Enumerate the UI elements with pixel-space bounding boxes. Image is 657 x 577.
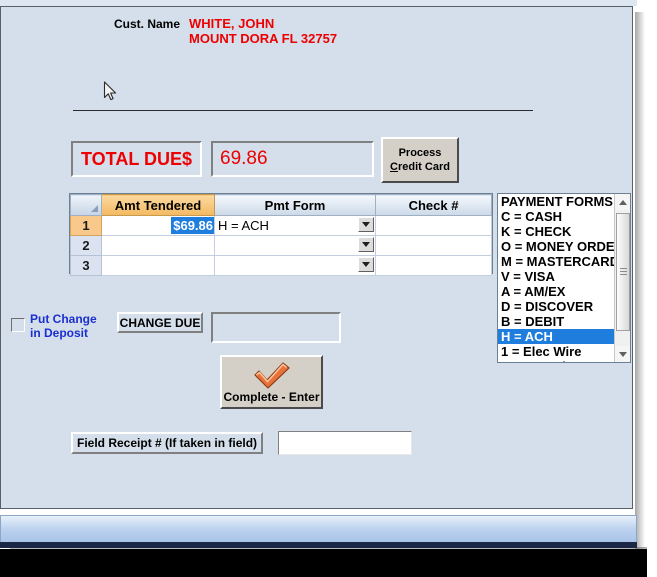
customer-name-label: Cust. Name [114,17,181,31]
list-item[interactable]: B = DEBIT [498,314,615,329]
list-item: PAYMENT FORMS [501,194,613,209]
header-divider [73,110,533,111]
table-row[interactable]: 3 [70,255,492,276]
bottom-black-bar [0,549,647,577]
list-item[interactable]: 1 = Elec Wire [498,344,615,359]
chevron-down-icon[interactable] [358,257,374,272]
scrollbar-grip-icon [620,268,627,276]
grid-cell-pmt-form[interactable]: H = ACH [214,215,376,236]
grid-row-number[interactable]: 1 [70,215,102,236]
payment-grid[interactable]: Amt Tendered Pmt Form Check # 1 $69.86 H… [69,193,493,276]
process-button-line2-rest: redit Card [397,161,450,173]
table-row[interactable]: 1 $69.86 H = ACH [70,215,492,236]
change-due-label: CHANGE DUE [117,312,203,333]
list-item[interactable]: M = MASTERCARD [498,254,615,269]
payment-forms-list[interactable]: PAYMENT FORMS C = CASH K = CHECK O = MON… [498,194,615,362]
grid-header-pmt-form[interactable]: Pmt Form [214,194,376,216]
amt-tendered-selected-text: $69.86 [171,217,214,234]
process-credit-card-button[interactable]: Process Credit Card [381,137,459,183]
grid-row-number[interactable]: 3 [70,255,102,276]
list-item[interactable]: A = AM/EX [498,284,615,299]
grid-header-amt-tendered[interactable]: Amt Tendered [101,194,215,216]
grid-cell-amt-tendered[interactable]: $69.86 [101,215,215,236]
list-item[interactable]: 2 = PayPal [498,359,615,362]
customer-name-value: WHITE, JOHN [189,16,275,31]
pmt-form-value: H = ACH [218,218,269,233]
change-due-field[interactable] [211,312,341,343]
list-item[interactable]: D = DISCOVER [498,299,615,314]
table-row[interactable]: 2 [70,235,492,256]
listbox-scrollbar[interactable] [614,194,630,362]
grid-cell-pmt-form[interactable] [214,235,376,256]
checkmark-icon [253,361,290,389]
payment-forms-listbox[interactable]: PAYMENT FORMS C = CASH K = CHECK O = MON… [497,193,631,363]
complete-button-label: Complete - Enter [223,389,320,404]
process-button-line2: Credit Card [390,160,450,174]
scroll-down-icon[interactable] [615,346,630,362]
grid-header-row: Amt Tendered Pmt Form Check # [70,194,492,216]
process-button-line1: Process [398,147,442,159]
scrollbar-thumb[interactable] [616,213,630,331]
put-change-line2: in Deposit [30,326,89,340]
field-receipt-label: Field Receipt # (If taken in field) [71,432,264,454]
bottom-status-strip [0,515,637,543]
list-item[interactable]: K = CHECK [498,224,615,239]
payment-form-panel: Cust. Name WHITE, JOHN MOUNT DORA FL 327… [0,6,633,509]
grid-cell-amt-tendered[interactable] [101,255,215,276]
list-item[interactable]: C = CASH [498,209,615,224]
grid-cell-amt-tendered[interactable] [101,235,215,256]
mouse-cursor-icon [103,81,117,101]
grid-cell-check-no[interactable] [375,215,492,236]
chevron-down-icon[interactable] [358,237,374,252]
grid-select-all-corner[interactable] [70,194,102,216]
complete-enter-button[interactable]: Complete - Enter [220,355,323,409]
grid-cell-check-no[interactable] [375,255,492,276]
chevron-down-icon[interactable] [358,217,374,232]
total-due-value: 69.86 [211,141,374,177]
put-change-in-deposit-label: Put Change in Deposit [30,312,97,340]
customer-address-value: MOUNT DORA FL 32757 [189,31,338,46]
list-item[interactable]: V = VISA [498,269,615,284]
list-item-selected[interactable]: H = ACH [498,329,615,344]
total-due-label: TOTAL DUE$ [71,141,202,177]
grid-body: 1 $69.86 H = ACH 2 3 [70,215,492,276]
window-shadow-right [635,12,645,552]
bottom-navy-bar [0,542,637,548]
grid-cell-check-no[interactable] [375,235,492,256]
field-receipt-input[interactable] [278,431,412,455]
grid-header-check-no[interactable]: Check # [375,194,492,216]
put-change-line1: Put Change [30,312,97,326]
list-item[interactable]: O = MONEY ORDER [498,239,615,254]
process-button-accesskey: C [390,161,398,173]
scroll-up-icon[interactable] [615,194,630,210]
grid-row-number[interactable]: 2 [70,235,102,256]
put-change-in-deposit-checkbox[interactable] [11,318,25,332]
grid-cell-pmt-form[interactable] [214,255,376,276]
application-window: Cust. Name WHITE, JOHN MOUNT DORA FL 327… [0,0,657,577]
